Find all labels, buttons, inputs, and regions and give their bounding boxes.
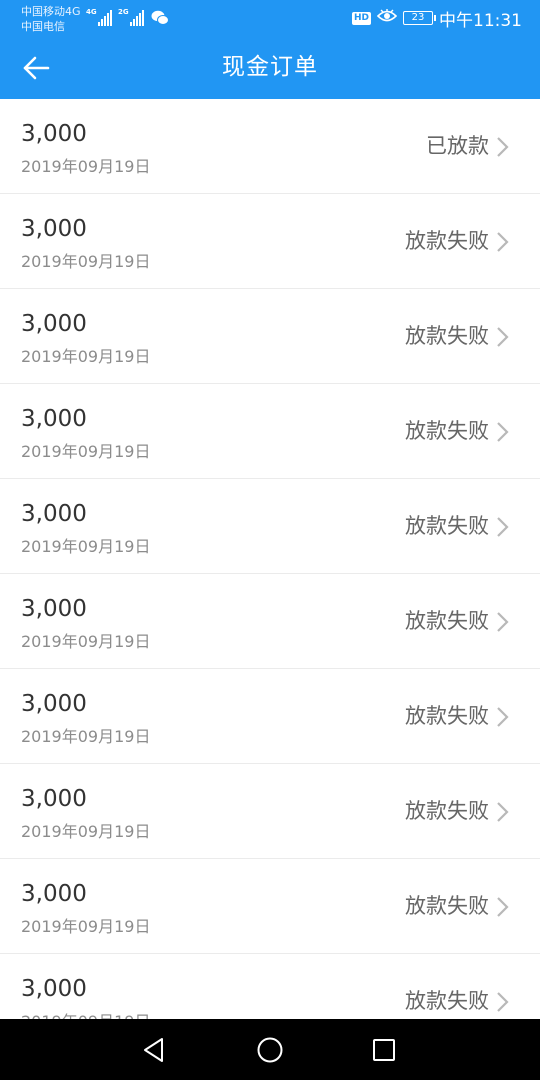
order-date: 2019年09月19日 bbox=[21, 347, 151, 366]
order-amount: 3,000 bbox=[21, 786, 87, 812]
signal-2-icon: 2G bbox=[118, 8, 144, 26]
carrier-2-label: 中国电信 bbox=[21, 20, 65, 33]
wechat-icon bbox=[151, 10, 169, 30]
signal-1-icon: 4G bbox=[86, 8, 112, 26]
order-status: 放款失败 bbox=[405, 799, 489, 823]
order-row[interactable]: 3,000 2019年09月19日 放款失败 bbox=[0, 384, 540, 479]
net-2-label: 2G bbox=[118, 8, 129, 16]
chevron-right-icon bbox=[497, 517, 509, 537]
carrier-1-label: 中国移动4G bbox=[21, 5, 81, 18]
order-amount: 3,000 bbox=[21, 596, 87, 622]
order-amount: 3,000 bbox=[21, 881, 87, 907]
chevron-right-icon bbox=[497, 707, 509, 727]
order-amount: 3,000 bbox=[21, 216, 87, 242]
eye-icon bbox=[376, 8, 398, 28]
order-row[interactable]: 3,000 2019年09月19日 放款失败 bbox=[0, 669, 540, 764]
order-date: 2019年09月19日 bbox=[21, 727, 151, 746]
system-nav-bar bbox=[0, 1019, 540, 1080]
chevron-right-icon bbox=[497, 327, 509, 347]
order-row[interactable]: 3,000 2019年09月19日 放款失败 bbox=[0, 479, 540, 574]
chevron-right-icon bbox=[497, 137, 509, 157]
circle-home-icon bbox=[257, 1037, 283, 1063]
order-date: 2019年09月19日 bbox=[21, 822, 151, 841]
order-amount: 3,000 bbox=[21, 121, 87, 147]
battery-level: 23 bbox=[411, 12, 425, 23]
nav-back-button[interactable] bbox=[138, 1034, 170, 1066]
order-date: 2019年09月19日 bbox=[21, 252, 151, 271]
app-root: 中国移动4G 中国电信 4G 2G HD 23 中午11:31 现金订单 3,0… bbox=[0, 0, 540, 1080]
order-date: 2019年09月19日 bbox=[21, 917, 151, 936]
status-right: HD 23 中午11:31 bbox=[351, 0, 522, 36]
app-header: 现金订单 bbox=[0, 36, 540, 99]
arrow-left-icon bbox=[23, 56, 50, 80]
order-amount: 3,000 bbox=[21, 406, 87, 432]
order-status: 放款失败 bbox=[405, 989, 489, 1013]
order-row[interactable]: 3,000 2019年09月19日 放款失败 bbox=[0, 954, 540, 1019]
chevron-right-icon bbox=[497, 802, 509, 822]
order-status: 放款失败 bbox=[405, 229, 489, 253]
order-list: 3,000 2019年09月19日 已放款 3,000 2019年09月19日 … bbox=[0, 99, 540, 1019]
order-row[interactable]: 3,000 2019年09月19日 放款失败 bbox=[0, 194, 540, 289]
order-date: 2019年09月19日 bbox=[21, 157, 151, 176]
order-status: 放款失败 bbox=[405, 894, 489, 918]
hd-icon: HD bbox=[351, 11, 371, 25]
order-date: 2019年09月19日 bbox=[21, 442, 151, 461]
carrier-info: 中国移动4G 中国电信 bbox=[21, 4, 81, 34]
order-row[interactable]: 3,000 2019年09月19日 放款失败 bbox=[0, 289, 540, 384]
status-bar: 中国移动4G 中国电信 4G 2G HD 23 中午11:31 bbox=[0, 0, 540, 36]
chevron-right-icon bbox=[497, 422, 509, 442]
order-status: 已放款 bbox=[426, 134, 489, 158]
order-amount: 3,000 bbox=[21, 501, 87, 527]
page-title: 现金订单 bbox=[222, 54, 318, 80]
order-amount: 3,000 bbox=[21, 976, 87, 1002]
battery-icon: 23 bbox=[403, 11, 436, 25]
order-row[interactable]: 3,000 2019年09月19日 已放款 bbox=[0, 99, 540, 194]
chevron-right-icon bbox=[497, 612, 509, 632]
order-date: 2019年09月19日 bbox=[21, 1008, 150, 1019]
back-button[interactable] bbox=[14, 48, 58, 88]
square-recents-icon bbox=[373, 1039, 395, 1061]
triangle-back-icon bbox=[144, 1038, 163, 1062]
status-time: 中午11:31 bbox=[439, 10, 522, 31]
order-date: 2019年09月19日 bbox=[21, 632, 151, 651]
nav-recents-button[interactable] bbox=[368, 1034, 400, 1066]
nav-home-button[interactable] bbox=[254, 1034, 286, 1066]
order-status: 放款失败 bbox=[405, 419, 489, 443]
order-status: 放款失败 bbox=[405, 324, 489, 348]
order-row[interactable]: 3,000 2019年09月19日 放款失败 bbox=[0, 859, 540, 954]
chevron-right-icon bbox=[497, 897, 509, 917]
net-1-label: 4G bbox=[86, 8, 97, 16]
chevron-right-icon bbox=[497, 992, 509, 1012]
order-row[interactable]: 3,000 2019年09月19日 放款失败 bbox=[0, 574, 540, 669]
order-date: 2019年09月19日 bbox=[21, 537, 151, 556]
order-row[interactable]: 3,000 2019年09月19日 放款失败 bbox=[0, 764, 540, 859]
order-status: 放款失败 bbox=[405, 704, 489, 728]
order-status: 放款失败 bbox=[405, 514, 489, 538]
chevron-right-icon bbox=[497, 232, 509, 252]
order-amount: 3,000 bbox=[21, 311, 87, 337]
order-amount: 3,000 bbox=[21, 691, 87, 717]
order-status: 放款失败 bbox=[405, 609, 489, 633]
